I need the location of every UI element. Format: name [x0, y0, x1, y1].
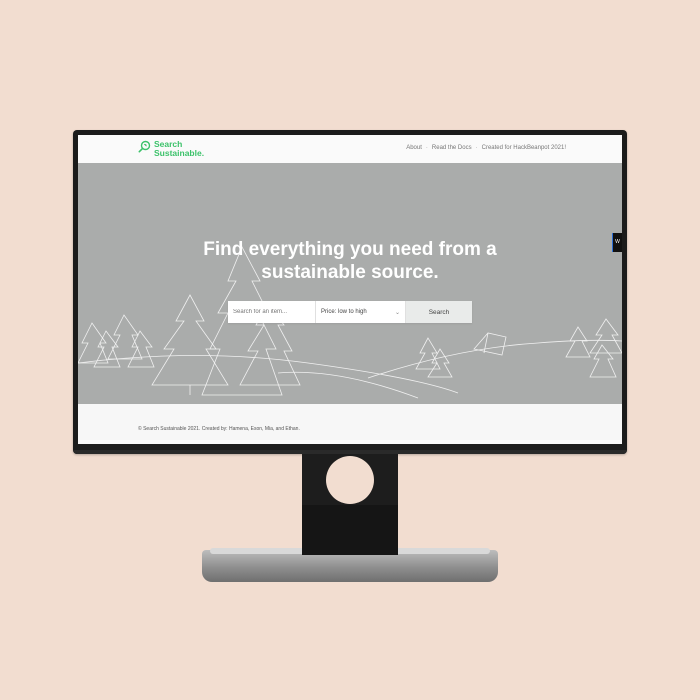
search-button[interactable]: Search [406, 301, 472, 323]
logo-text: Search Sustainable. [154, 140, 204, 158]
logo-line-2: Sustainable. [154, 148, 205, 158]
hero: Find everything you need from a sustaina… [78, 163, 622, 404]
search-input[interactable] [228, 301, 316, 323]
site-footer: © Search Sustainable 2021. Created by: H… [78, 404, 622, 444]
sort-select[interactable]: Price: low to high ⌄ [316, 301, 406, 323]
logo[interactable]: Search Sustainable. [138, 140, 204, 158]
monitor-stand-neck-lower [302, 505, 398, 555]
sort-select-value: Price: low to high [321, 309, 367, 315]
monitor-bezel: Search Sustainable. About · Read the Doc… [73, 130, 627, 454]
screen: Search Sustainable. About · Read the Doc… [78, 135, 622, 444]
nav-created-for[interactable]: Created for HackBeanpot 2021! [482, 145, 566, 151]
headline-line-2: sustainable source. [261, 262, 439, 283]
footer-copyright: © Search Sustainable 2021. Created by: H… [138, 426, 300, 432]
top-nav: About · Read the Docs · Created for Hack… [406, 145, 566, 151]
nav-separator: · [475, 145, 478, 151]
magnifier-globe-icon [138, 140, 151, 158]
search-bar: Price: low to high ⌄ Search [228, 301, 472, 323]
stand-cable-hole [326, 456, 374, 504]
site-header: Search Sustainable. About · Read the Doc… [78, 135, 622, 164]
hero-headline: Find everything you need from a sustaina… [78, 238, 622, 284]
nav-about[interactable]: About [406, 145, 422, 151]
nav-read-the-docs[interactable]: Read the Docs [432, 145, 472, 151]
side-tab[interactable]: W [612, 233, 622, 252]
headline-line-1: Find everything you need from a [203, 239, 497, 260]
chevron-down-icon: ⌄ [394, 309, 400, 316]
nav-separator: · [425, 145, 428, 151]
